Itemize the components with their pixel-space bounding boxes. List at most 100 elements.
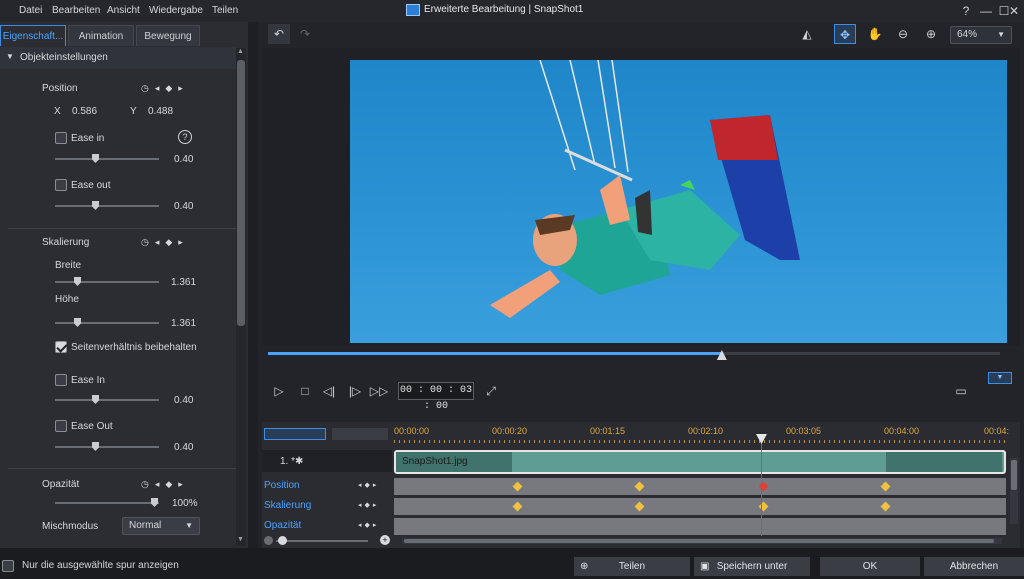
fullscreen-icon[interactable]: ⤢ bbox=[480, 381, 502, 401]
hand-tool-icon[interactable]: ✋ bbox=[864, 24, 886, 44]
preview-image[interactable] bbox=[350, 60, 1007, 343]
slider-handle[interactable] bbox=[92, 201, 99, 210]
collapse-arrow-icon[interactable]: ▼ bbox=[6, 52, 14, 61]
menu-wiedergabe[interactable]: Wiedergabe bbox=[149, 5, 203, 16]
slider-handle[interactable] bbox=[74, 318, 81, 327]
only-selected-checkbox[interactable] bbox=[2, 560, 14, 572]
slider-handle[interactable] bbox=[74, 277, 81, 286]
share-button[interactable]: ⊕ Teilen bbox=[574, 557, 690, 576]
timeline-mode-button[interactable] bbox=[264, 428, 326, 440]
clip[interactable]: SnapShot1.jpg bbox=[394, 450, 1006, 474]
height-value[interactable]: 1.361 bbox=[171, 318, 196, 329]
scroll-down-icon[interactable]: ▼ bbox=[237, 536, 244, 543]
cancel-button[interactable]: Abbrechen bbox=[924, 557, 1024, 576]
opacity-track[interactable] bbox=[394, 518, 1006, 535]
keyframe[interactable] bbox=[512, 481, 523, 492]
prev-frame-icon[interactable]: ◁| bbox=[318, 381, 340, 401]
scaling-ease-in-checkbox[interactable] bbox=[55, 374, 67, 386]
stop-icon[interactable]: □ bbox=[294, 381, 316, 401]
save-as-button[interactable]: ▣ Speichern unter bbox=[694, 557, 810, 576]
zoom-out-timeline-icon[interactable] bbox=[264, 536, 273, 545]
help-icon[interactable]: ? bbox=[178, 130, 192, 144]
zoom-in-icon[interactable]: ⊕ bbox=[920, 24, 942, 44]
opacity-keyframe-controls[interactable]: ◷◂◆▸ bbox=[141, 479, 189, 490]
chevron-down-icon: ▼ bbox=[185, 521, 193, 530]
timeline-clock-button[interactable] bbox=[332, 428, 388, 440]
slider-handle[interactable] bbox=[92, 154, 99, 163]
scaling-ease-out-slider[interactable] bbox=[55, 446, 159, 448]
slider-handle[interactable] bbox=[151, 498, 158, 507]
width-value[interactable]: 1.361 bbox=[171, 277, 196, 288]
position-ease-out-checkbox[interactable] bbox=[55, 179, 67, 191]
tab-bewegung[interactable]: Bewegung bbox=[136, 25, 200, 46]
scaling-track[interactable] bbox=[394, 498, 1006, 515]
keyframe-nav[interactable]: ◂◆▸ bbox=[358, 521, 379, 529]
keyframe[interactable] bbox=[880, 501, 891, 512]
app-logo-icon bbox=[406, 4, 420, 16]
y-value[interactable]: 0.488 bbox=[148, 106, 173, 117]
scroll-thumb[interactable] bbox=[1011, 460, 1017, 490]
next-frame-icon[interactable]: |▷ bbox=[344, 381, 366, 401]
keyframe[interactable] bbox=[512, 501, 523, 512]
position-ease-in-checkbox[interactable] bbox=[55, 132, 67, 144]
position-ease-out-slider[interactable] bbox=[55, 205, 159, 207]
minimize-button[interactable]: — bbox=[978, 3, 994, 19]
undo-icon[interactable]: ↶ bbox=[268, 24, 290, 44]
zoom-out-icon[interactable]: ⊖ bbox=[892, 24, 914, 44]
expand-icon[interactable]: ▼ bbox=[988, 372, 1012, 384]
track-label-opacity[interactable]: Opazität bbox=[264, 520, 301, 531]
scroll-thumb[interactable] bbox=[404, 539, 994, 543]
tab-eigenschaften[interactable]: Eigenschaft... bbox=[0, 25, 66, 46]
timeline-zoom-slider[interactable] bbox=[276, 540, 368, 542]
move-tool-icon[interactable]: ✥ bbox=[834, 24, 856, 44]
zoom-in-timeline-icon[interactable]: + bbox=[380, 535, 390, 545]
height-slider[interactable] bbox=[55, 322, 159, 324]
scroll-thumb[interactable] bbox=[237, 60, 245, 326]
section-header[interactable]: ▼ Objekteinstellungen bbox=[0, 47, 236, 69]
keyframe-nav[interactable]: ◂◆▸ bbox=[358, 501, 379, 509]
tab-animation[interactable]: Animation bbox=[68, 25, 134, 46]
position-keyframe-controls[interactable]: ◷◂◆▸ bbox=[141, 83, 189, 94]
zoom-dropdown[interactable]: 64% ▼ bbox=[950, 26, 1012, 44]
keyframe[interactable] bbox=[634, 481, 645, 492]
time-ruler[interactable] bbox=[394, 440, 1006, 443]
only-selected-label: Nur die ausgewählte spur anzeigen bbox=[22, 560, 179, 571]
opacity-slider[interactable] bbox=[55, 502, 159, 504]
redo-icon[interactable]: ↷ bbox=[294, 24, 316, 44]
ok-button[interactable]: OK bbox=[820, 557, 920, 576]
keyframe-nav[interactable]: ◂◆▸ bbox=[358, 481, 379, 489]
width-slider[interactable] bbox=[55, 281, 159, 283]
track-label-position[interactable]: Position bbox=[264, 480, 300, 491]
position-track[interactable] bbox=[394, 478, 1006, 495]
keyframe[interactable] bbox=[880, 481, 891, 492]
scaling-ease-out-checkbox[interactable] bbox=[55, 420, 67, 432]
fast-forward-icon[interactable]: ▷▷ bbox=[368, 381, 390, 401]
timeline-vscrollbar[interactable] bbox=[1010, 458, 1018, 524]
slider-handle[interactable] bbox=[92, 395, 99, 404]
x-value[interactable]: 0.586 bbox=[72, 106, 97, 117]
timecode-display[interactable]: 00 : 00 : 03 : 00 bbox=[398, 382, 474, 412]
keep-aspect-checkbox[interactable] bbox=[55, 341, 67, 353]
scroll-up-icon[interactable]: ▲ bbox=[237, 48, 244, 55]
display-icon[interactable]: ▭ bbox=[950, 381, 972, 401]
scaling-keyframe-controls[interactable]: ◷◂◆▸ bbox=[141, 237, 189, 248]
left-scrollbar[interactable]: ▲ ▼ bbox=[236, 48, 246, 546]
opacity-value: 100% bbox=[172, 498, 198, 509]
menu-ansicht[interactable]: Ansicht bbox=[107, 5, 140, 16]
kitesurfer-photo bbox=[490, 60, 800, 318]
menu-teilen[interactable]: Teilen bbox=[212, 5, 238, 16]
close-button[interactable]: ✕ bbox=[1006, 3, 1022, 19]
position-ease-in-slider[interactable] bbox=[55, 158, 159, 160]
menu-bearbeiten[interactable]: Bearbeiten bbox=[52, 5, 100, 16]
timeline-hscrollbar[interactable] bbox=[402, 538, 1002, 544]
keyframe[interactable] bbox=[634, 501, 645, 512]
slider-handle[interactable] bbox=[278, 536, 287, 545]
track-label-scaling[interactable]: Skalierung bbox=[264, 500, 311, 511]
scaling-ease-in-slider[interactable] bbox=[55, 399, 159, 401]
play-icon[interactable]: ▷ bbox=[268, 381, 290, 401]
help-button[interactable]: ? bbox=[958, 3, 974, 19]
flip-icon[interactable]: ◭ bbox=[796, 24, 818, 44]
menu-datei[interactable]: Datei bbox=[19, 5, 42, 16]
blend-mode-dropdown[interactable]: Normal ▼ bbox=[122, 517, 200, 535]
slider-handle[interactable] bbox=[92, 442, 99, 451]
